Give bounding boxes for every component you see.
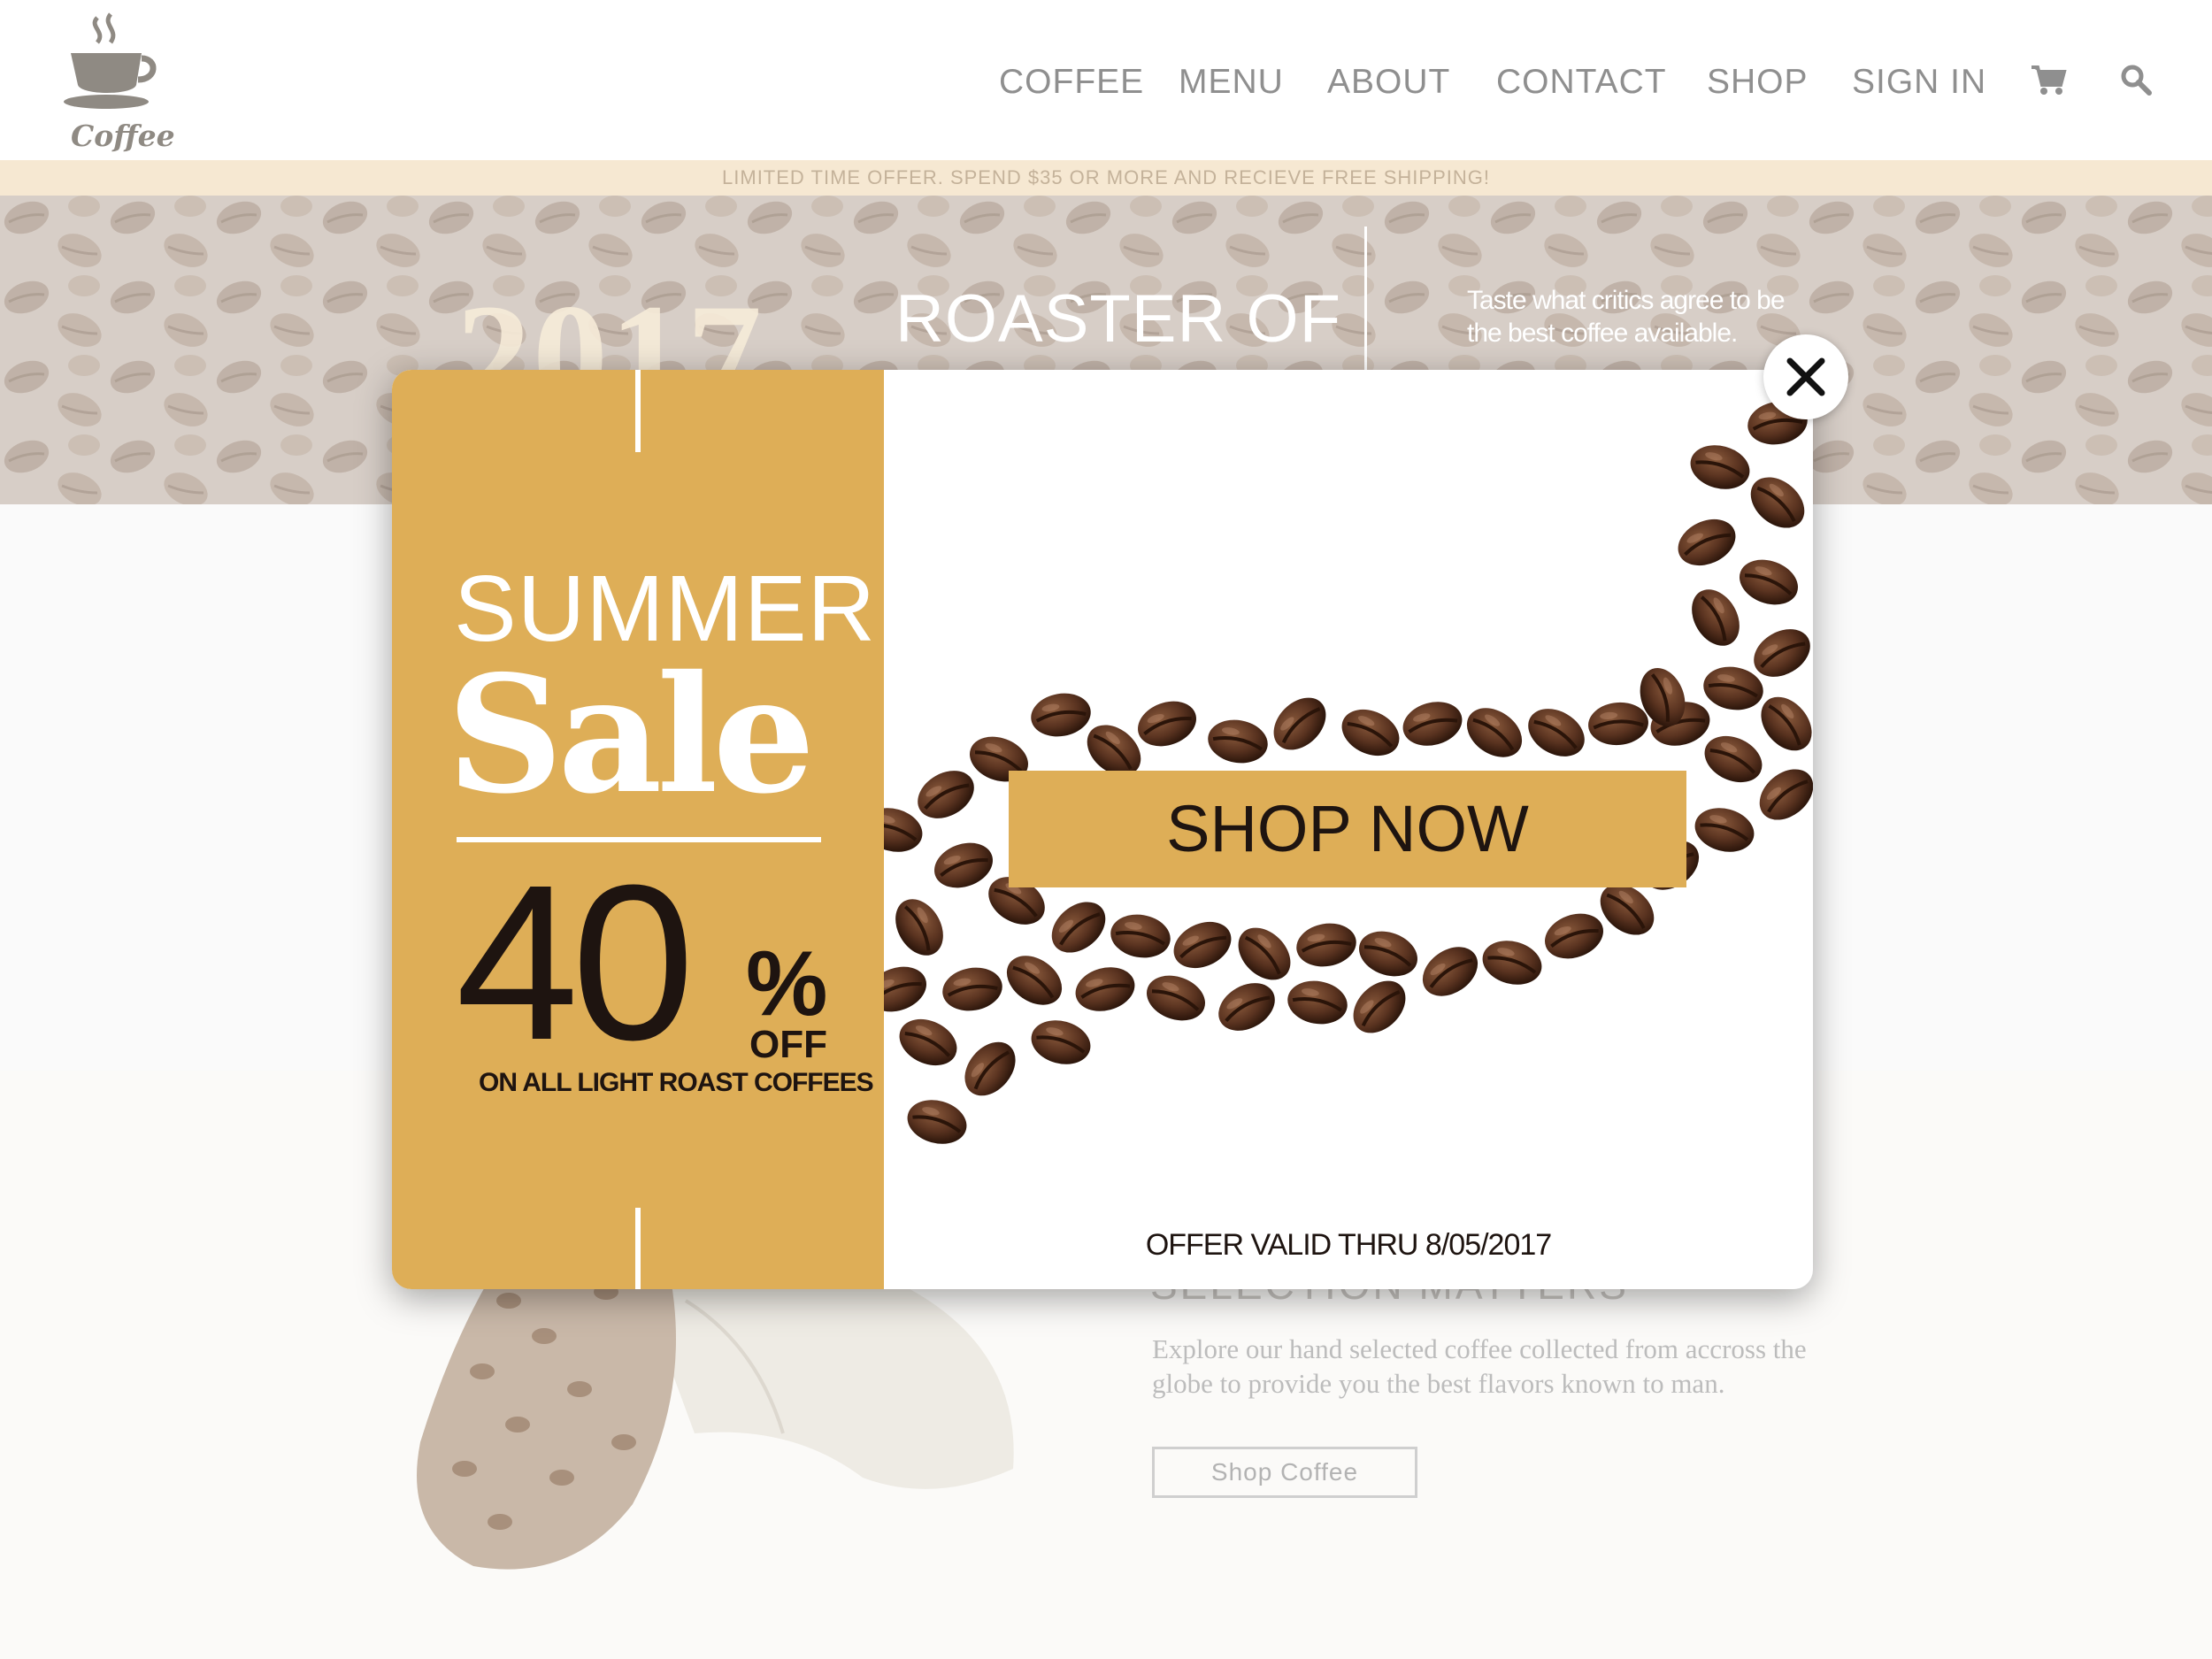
top-tick bbox=[635, 370, 641, 452]
bottom-tick bbox=[635, 1208, 641, 1289]
close-modal-button[interactable] bbox=[1763, 334, 1848, 419]
close-icon bbox=[1786, 357, 1825, 396]
beans-panel: SHOP NOW OFFER VALID THRU 8/05/2017 bbox=[884, 370, 1813, 1289]
percent-symbol: % bbox=[746, 933, 828, 1035]
offer-validity: OFFER VALID THRU 8/05/2017 bbox=[1145, 1228, 1552, 1262]
discount-subtitle: ON ALL LIGHT ROAST COFFEES bbox=[479, 1068, 874, 1097]
discount-number: 40 bbox=[456, 839, 695, 1086]
sale-text: Sale bbox=[447, 640, 815, 829]
modal-overlay[interactable]: SUMMER Sale 40 % OFF ON ALL LIGHT ROAST … bbox=[0, 0, 2212, 1659]
summer-sale-modal: SUMMER Sale 40 % OFF ON ALL LIGHT ROAST … bbox=[392, 370, 1813, 1289]
shop-now-button[interactable]: SHOP NOW bbox=[1009, 771, 1686, 887]
sale-panel: SUMMER Sale 40 % OFF ON ALL LIGHT ROAST … bbox=[392, 370, 884, 1289]
off-text: OFF bbox=[749, 1023, 827, 1066]
